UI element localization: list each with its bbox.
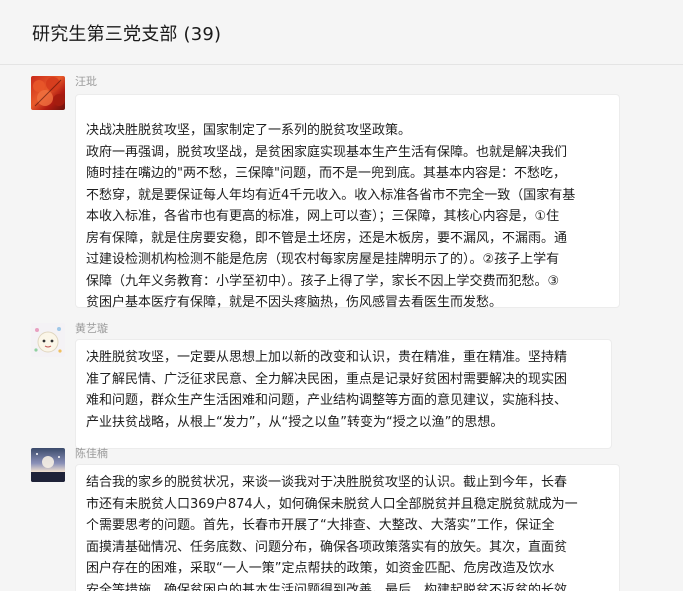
sender-name: 陈佳楠: [75, 447, 108, 460]
message-line: 个需要思考的问题。首先，长春市开展了“大排查、大整改、大落实”工作，保证全: [86, 518, 555, 533]
sender-name: 黄艺璇: [75, 322, 108, 335]
message-line: 产业扶贫战略，从根上“发力”，从“授之以鱼”转变为“授之以渔”的思想。: [86, 414, 504, 430]
message-line: 结合我的家乡的脱贫状况，来谈一谈我对于决胜脱贫攻坚的认识。截止到今年，长春: [86, 475, 568, 490]
message-line: 准了解民情、广泛征求民意、全力解决民困，重点是记录好贫困村需要解决的现实困: [86, 371, 568, 387]
message-line: 面摸清基础情况、任务底数、问题分布，确保各项政策落实有的放矢。其次，直面贫: [86, 539, 568, 555]
message-bubble[interactable]: 结合我的家乡的脱贫状况，来谈一谈我对于决胜脱贫攻坚的认识。截止到今年，长春 市还…: [75, 464, 620, 591]
red-leaves-avatar[interactable]: [31, 76, 65, 110]
message-line: 过建设检测机构检测不能是危房（现农村每家房屋是挂牌明示了的）。②孩子上学有: [86, 252, 560, 267]
message-line: 决胜脱贫攻坚，一定要从思想上加以新的改变和认识，贵在精准，重在精准。坚持精: [86, 350, 568, 365]
message-line: 随时挂在嘴边的"两不愁，三保障"问题，而不是一兜到底。其基本内容是：不愁吃，: [86, 166, 566, 181]
cartoon-avatar[interactable]: [31, 323, 65, 357]
message-line: 决战决胜脱贫攻坚，国家制定了一系列的脱贫攻坚政策。: [86, 123, 412, 138]
message-feed[interactable]: 汪玭 决战决胜脱贫攻坚，国家制定了一系列的脱贫攻坚政策。 政府一再强调，脱贫攻坚…: [0, 65, 683, 591]
message-line: 本收入标准，各省市也有更高的标准，网上可以查）；三保障，其核心内容是，①住: [86, 209, 560, 224]
message-line: 不愁穿，就是要保证每人年均有近4千元收入。收入标准各省市不完全一致（国家有基: [86, 187, 576, 203]
message-line: 房有保障，就是住房要安稳，即不管是土坯房，还是木板房，要不漏风，不漏雨。通: [86, 230, 568, 246]
message-line: 难和问题，群众生产生活困难和问题，产业结构调整等方面的意见建议，实施科技、: [86, 393, 568, 408]
message-bubble[interactable]: 决胜脱贫攻坚，一定要从思想上加以新的改变和认识，贵在精准，重在精准。坚持精 准了…: [75, 339, 612, 449]
message-line: 市还有未脱贫人口369户874人，如何确保未脱贫人口全部脱贫并且稳定脱贫就成为一: [86, 496, 578, 512]
message-line: 政府一再强调，脱贫攻坚战，是贫困家庭实现基本生产生活有保障。也就是解决我们: [86, 144, 568, 160]
message-line: 贫困户基本医疗有保障，就是不因头疼脑热，伤风感冒去看医生而发愁。: [86, 295, 503, 310]
message-bubble[interactable]: 决战决胜脱贫攻坚，国家制定了一系列的脱贫攻坚政策。 政府一再强调，脱贫攻坚战，是…: [75, 94, 620, 310]
message-line: 困户存在的困难，采取“一人一策”定点帮扶的政策，如资金匹配、危房改造及饮水: [86, 561, 555, 576]
chat-header: 研究生第三党支部 (39): [0, 0, 683, 65]
chat-title: 研究生第三党支部 (39): [32, 24, 222, 45]
message-line: 保障（九年义务教育：小学至初中）。孩子上得了学，家长不因上学交费而犯愁。③: [86, 273, 560, 289]
night-sky-avatar[interactable]: [31, 448, 65, 482]
message-line: 安全等措施，确保贫困户的基本生活问题得到改善。最后，构建起脱贫不返贫的长效: [86, 582, 568, 591]
sender-name: 汪玭: [75, 75, 97, 88]
